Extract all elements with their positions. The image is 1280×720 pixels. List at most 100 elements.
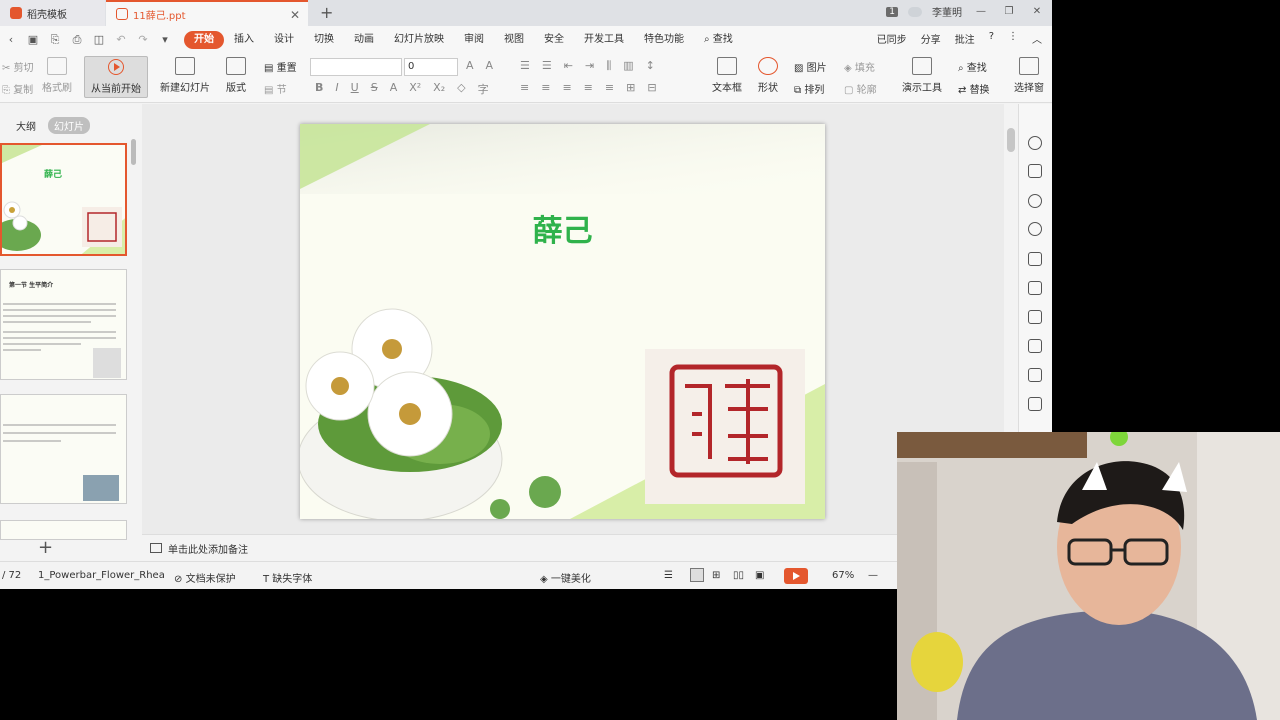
comment-button[interactable]: 批注 (955, 31, 975, 46)
close-window-icon[interactable]: ✕ (1028, 6, 1046, 17)
restore-icon[interactable]: ❐ (1000, 6, 1018, 17)
font-size-select[interactable]: 0 (404, 58, 458, 76)
shape-button[interactable]: 形状 (758, 57, 778, 94)
menu-review[interactable]: 审阅 (454, 31, 494, 49)
decrease-indent-icon[interactable]: ⇤ (564, 59, 573, 73)
menu-transition[interactable]: 切换 (304, 31, 344, 49)
export-icon[interactable] (1028, 397, 1042, 411)
superscript-icon[interactable]: X² (409, 81, 421, 97)
menu-design[interactable]: 设计 (264, 31, 304, 49)
preview-icon[interactable]: ◫ (88, 33, 110, 46)
chart-panel-icon[interactable] (1028, 310, 1042, 324)
sorter-view-icon[interactable]: ⊞ (712, 570, 720, 581)
location-icon[interactable] (1028, 222, 1042, 236)
menu-animation[interactable]: 动画 (344, 31, 384, 49)
tab-current-file[interactable]: 11薛己.ppt ✕ (106, 0, 308, 26)
phonetic-icon[interactable]: 字 (478, 81, 489, 97)
menu-developer[interactable]: 开发工具 (574, 31, 634, 49)
print-icon[interactable]: ⎙ (66, 33, 88, 47)
menu-collapse-icon[interactable]: ‹ (0, 33, 22, 46)
slide-thumbnail-1[interactable]: 薛己 (0, 143, 127, 256)
normal-view-icon[interactable] (690, 568, 704, 582)
slide-title[interactable]: 薛己 (300, 206, 825, 250)
new-tab-button[interactable]: + (320, 3, 333, 22)
align-left-icon[interactable]: ≡ (520, 81, 529, 94)
present-tools-button[interactable]: 演示工具 (902, 57, 942, 94)
outline-button[interactable]: ▢ 轮廓 (844, 81, 877, 96)
redo-icon[interactable]: ↷ (132, 33, 154, 46)
copy-button[interactable]: ⎘ 复制 (2, 81, 33, 96)
share-button[interactable]: 分享 (921, 31, 941, 46)
help-icon[interactable]: ? (989, 31, 994, 46)
align-text-icon[interactable]: ⊟ (647, 81, 656, 94)
undo-icon[interactable]: ↶ (110, 33, 132, 46)
menu-insert[interactable]: 插入 (224, 31, 264, 49)
text-direction-icon[interactable]: ⫼ (606, 59, 611, 73)
strikethrough-icon[interactable]: S (371, 81, 378, 97)
select-pane-button[interactable]: 选择窗 (1014, 57, 1044, 94)
theme-name[interactable]: 1_Powerbar_Flower_Rhea (38, 570, 165, 581)
shrink-font-icon[interactable]: A (486, 59, 494, 72)
more-dropdown-icon[interactable]: ▾ (154, 33, 176, 46)
bullet-list-icon[interactable]: ☰ (520, 59, 530, 73)
search-command[interactable]: ⌕ 查找 (694, 31, 743, 49)
collapse-ribbon-icon[interactable]: ︿ (1032, 31, 1042, 46)
section-button[interactable]: ▤ 节 (264, 81, 287, 96)
sync-status[interactable]: 已同步 (877, 31, 907, 46)
vertical-align-icon[interactable]: ⊞ (626, 81, 635, 94)
copy-panel-icon[interactable] (1028, 164, 1042, 178)
menu-features[interactable]: 特色功能 (634, 31, 694, 49)
textbox-button[interactable]: 文本框 (712, 57, 742, 94)
page-indicator[interactable]: / 72 (2, 570, 21, 581)
columns-icon[interactable]: ▥ (623, 59, 633, 73)
align-center-icon[interactable]: ≡ (541, 81, 550, 94)
new-slide-button[interactable]: 新建幻灯片 (160, 57, 210, 94)
picture-panel-icon[interactable] (1028, 368, 1042, 382)
menu-slideshow[interactable]: 幻灯片放映 (384, 31, 454, 49)
minimize-icon[interactable]: — (972, 6, 990, 17)
increase-indent-icon[interactable]: ⇥ (585, 59, 594, 73)
zoom-out-icon[interactable]: — (868, 570, 878, 581)
bold-icon[interactable]: B (315, 81, 323, 97)
play-from-current-button[interactable]: 从当前开始 (84, 56, 148, 98)
find-button[interactable]: ⌕ 查找 (958, 59, 987, 74)
protect-status[interactable]: ⊘ 文档未保护 (174, 570, 236, 585)
grow-font-icon[interactable]: A (466, 59, 474, 72)
slide-thumbnail-4[interactable] (0, 520, 127, 540)
cut-button[interactable]: ✂ 剪切 (2, 59, 34, 74)
beautify-button[interactable]: ◈ 一键美化 (540, 570, 591, 585)
tab-outline[interactable]: 大纲 (10, 117, 42, 134)
layout-button[interactable]: 版式 (226, 57, 246, 94)
slide-thumbnail-2[interactable]: 第一节 生平简介 (0, 269, 127, 380)
missing-font-status[interactable]: T 缺失字体 (263, 570, 312, 585)
close-tab-icon[interactable]: ✕ (290, 8, 300, 22)
user-avatar[interactable] (908, 6, 922, 17)
user-name[interactable]: 李董明 (932, 4, 962, 19)
scrollbar-thumb[interactable] (1007, 128, 1015, 152)
fill-button[interactable]: ◈ 填充 (844, 59, 875, 74)
more-icon[interactable]: ⋮ (1008, 31, 1018, 46)
line-spacing-icon[interactable]: ↕ (646, 59, 655, 73)
settings-sliders-icon[interactable] (1028, 339, 1042, 353)
output-icon[interactable]: ⎘ (44, 33, 66, 47)
distribute-icon[interactable]: ≡ (605, 81, 614, 94)
menu-home[interactable]: 开始 (184, 30, 224, 49)
play-slideshow-button[interactable] (784, 568, 808, 584)
save-icon[interactable]: ▣ (22, 33, 44, 46)
underline-icon[interactable]: U (351, 81, 359, 97)
notes-toggle-icon[interactable]: ☰ (664, 570, 673, 581)
align-right-icon[interactable]: ≡ (562, 81, 571, 94)
grid-panel-icon[interactable] (1028, 281, 1042, 295)
window-count-badge[interactable]: 1 (886, 6, 898, 17)
arrange-button[interactable]: ⧉ 排列 (794, 81, 824, 96)
reset-button[interactable]: ▤ 重置 (264, 59, 297, 74)
italic-icon[interactable]: I (335, 81, 338, 97)
zoom-level[interactable]: 67% (832, 570, 854, 581)
thumbnail-scrollbar[interactable] (131, 139, 136, 165)
add-slide-button[interactable]: + (38, 537, 53, 558)
font-family-select[interactable] (310, 58, 402, 76)
current-slide[interactable]: 薛己 (300, 124, 825, 519)
menu-view[interactable]: 视图 (494, 31, 534, 49)
shapes-panel-icon[interactable] (1028, 194, 1042, 208)
format-painter-button[interactable]: 格式刷 (42, 57, 72, 94)
